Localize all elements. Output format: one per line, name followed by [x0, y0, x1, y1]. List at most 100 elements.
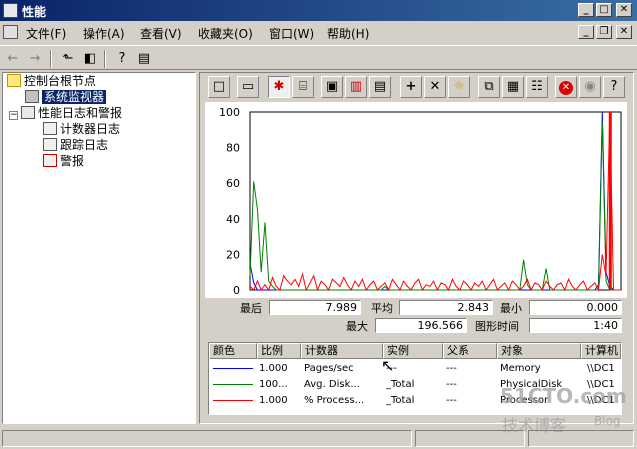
description-icon[interactable]: ▤ — [134, 49, 154, 68]
collapse-icon[interactable]: − — [9, 111, 18, 120]
alert-icon — [43, 154, 57, 167]
legend-instance: _Total — [386, 395, 415, 406]
minimize-button[interactable]: _ — [578, 3, 594, 17]
menu-file[interactable]: 文件(F) — [26, 25, 66, 42]
monitor-icon — [25, 90, 39, 103]
copy-properties-icon[interactable]: ⧉ — [478, 76, 500, 98]
view-report-icon[interactable]: ▤ — [369, 76, 391, 98]
stat-avg-value: 2.843 — [399, 300, 493, 315]
main-toolbar: ← → ⬑ ◧ ? ▤ — [0, 45, 637, 70]
delete-counter-icon[interactable]: ✕ — [424, 76, 446, 98]
legend-header-object[interactable]: 对象 — [497, 343, 581, 359]
highlight-icon[interactable]: ☼ — [448, 76, 470, 98]
folder-icon — [7, 74, 21, 87]
close-button[interactable]: ✕ — [616, 3, 632, 17]
title-bar: 性能 _ □ ✕ — [0, 0, 637, 21]
doc-minimize-button[interactable]: _ — [578, 25, 594, 39]
chart-area: 100 80 60 40 20 0 — [205, 102, 627, 298]
legend-color-swatch — [213, 400, 253, 401]
y-tick-label: 20 — [226, 248, 240, 261]
stat-avg-label: 平均 — [371, 302, 393, 315]
add-counter-icon[interactable]: + — [400, 76, 422, 98]
view-graph-icon[interactable]: ▣ — [321, 76, 343, 98]
legend-counter: Pages/sec — [304, 363, 354, 374]
stat-max-label: 最大 — [346, 320, 368, 333]
trace-log-icon — [43, 138, 57, 151]
tree-label: 计数器日志 — [60, 122, 121, 136]
legend-header-computer[interactable]: 计算机 — [581, 343, 621, 359]
tree-item-alerts[interactable]: 警报 — [3, 153, 195, 169]
clear-display-icon[interactable]: ▭ — [237, 76, 259, 98]
legend-computer: \\DC1 — [587, 363, 615, 374]
legend-parent: --- — [446, 395, 457, 406]
help-icon[interactable]: ? — [603, 76, 625, 98]
doc-restore-button[interactable]: ❐ — [596, 25, 612, 39]
stat-min-label: 最小 — [500, 302, 522, 315]
menu-favorites[interactable]: 收藏夹(O) — [198, 25, 253, 42]
time-cursor-bar — [608, 112, 612, 290]
tree-label: 性能日志和警报 — [38, 106, 123, 120]
toolbar-separator — [104, 50, 106, 68]
legend-header-scale[interactable]: 比例 — [257, 343, 301, 359]
new-counter-set-icon[interactable]: □ — [208, 76, 230, 98]
y-tick-label: 80 — [226, 142, 240, 155]
tree-label: 控制台根节点 — [24, 74, 97, 88]
y-tick-label: 40 — [226, 213, 240, 226]
tree-item-trace-logs[interactable]: 跟踪日志 — [3, 137, 195, 153]
legend-header-parent[interactable]: 父系 — [443, 343, 497, 359]
forward-arrow-icon[interactable]: → — [25, 49, 45, 68]
stat-duration-value: 1:40 — [529, 318, 622, 333]
menu-bar: 文件(F) 操作(A) 查看(V) 收藏夹(O) 窗口(W) 帮助(H) _ ❐… — [0, 22, 637, 43]
menu-window[interactable]: 窗口(W) — [269, 25, 314, 42]
menu-view[interactable]: 查看(V) — [140, 25, 182, 42]
paste-counter-list-icon[interactable]: ▦ — [502, 76, 524, 98]
view-histogram-icon[interactable]: ▥ — [345, 76, 367, 98]
show-hide-tree-icon[interactable]: ◧ — [80, 49, 100, 68]
back-arrow-icon[interactable]: ← — [3, 49, 23, 68]
plot-frame — [249, 111, 622, 291]
y-tick-label: 60 — [226, 177, 240, 190]
app-icon — [3, 3, 18, 18]
view-log-data-icon[interactable]: ⌸ — [292, 76, 314, 98]
tree-item-counter-logs[interactable]: 计数器日志 — [3, 121, 195, 137]
status-bar — [0, 428, 637, 449]
legend-instance: _Total — [386, 379, 415, 390]
watermark-blog: Blog — [594, 414, 621, 428]
tree-item-root[interactable]: 控制台根节点 — [3, 73, 195, 89]
freeze-display-icon[interactable]: ✕ — [555, 76, 577, 98]
legend-parent: --- — [446, 379, 457, 390]
menu-help[interactable]: 帮助(H) — [327, 25, 369, 42]
stat-last-label: 最后 — [240, 302, 262, 315]
stat-duration-label: 图形时间 — [475, 320, 519, 333]
tree-label: 系统监视器 — [42, 90, 107, 104]
properties-icon[interactable]: ☷ — [526, 76, 548, 98]
legend-color-swatch — [213, 384, 253, 385]
view-current-activity-icon[interactable]: ✱ — [268, 76, 290, 98]
y-tick-label: 100 — [219, 106, 240, 119]
tree-label: 跟踪日志 — [60, 138, 109, 152]
toolbar-separator — [50, 50, 52, 68]
menu-action[interactable]: 操作(A) — [83, 25, 125, 42]
legend-row[interactable]: 1.000 Pages/sec --- --- Memory \\DC1 — [209, 361, 621, 377]
watermark-site: 51CTO.com — [500, 384, 627, 408]
up-folder-icon[interactable]: ⬑ — [58, 49, 78, 68]
maximize-button[interactable]: □ — [596, 3, 612, 17]
status-pane-2 — [415, 430, 525, 447]
legend-color-swatch — [213, 368, 253, 369]
legend-counter: % Process... — [304, 395, 365, 406]
perf-logs-icon — [21, 106, 35, 119]
status-pane-3 — [528, 430, 634, 447]
y-tick-label: 0 — [233, 284, 240, 297]
legend-header-color[interactable]: 颜色 — [209, 343, 257, 359]
doc-close-button[interactable]: ✕ — [616, 25, 632, 39]
stat-max-value: 196.566 — [375, 318, 467, 333]
mmc-doc-icon[interactable] — [3, 25, 18, 39]
legend-scale: 1.000 — [259, 363, 288, 374]
tree-item-system-monitor[interactable]: 系统监视器 — [3, 89, 195, 105]
legend-header-counter[interactable]: 计数器 — [301, 343, 383, 359]
tree-item-perf-logs[interactable]: − 性能日志和警报 — [3, 105, 195, 121]
counter-log-icon — [43, 122, 57, 135]
help-icon[interactable]: ? — [112, 49, 132, 68]
update-data-icon[interactable]: ◉ — [579, 76, 601, 98]
mouse-cursor: ↖ — [381, 356, 395, 375]
